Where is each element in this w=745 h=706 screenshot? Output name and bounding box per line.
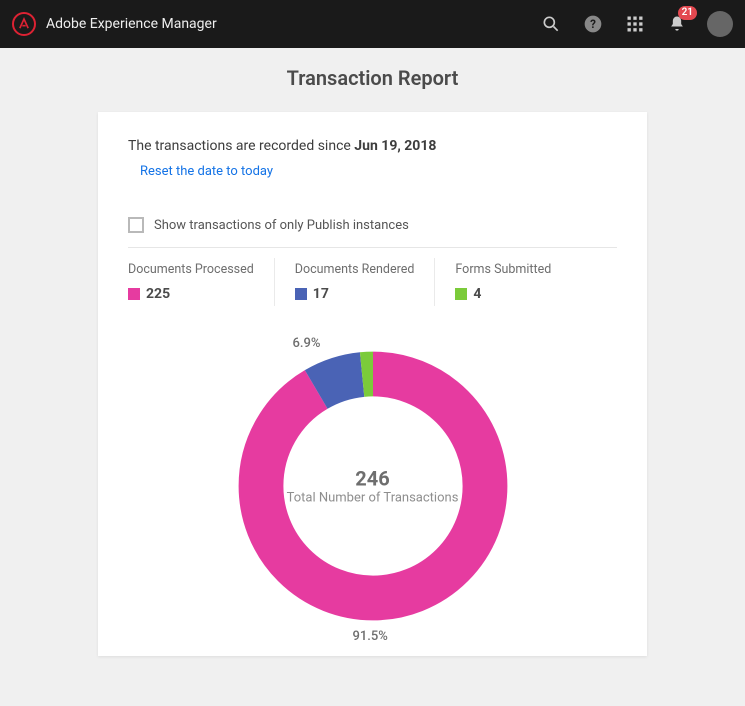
top-bar-left: Adobe Experience Manager <box>12 12 217 36</box>
recorded-prefix: The transactions are recorded since <box>128 138 354 154</box>
recorded-date: Jun 19, 2018 <box>354 138 436 154</box>
stat-label: Documents Rendered <box>295 262 415 278</box>
pct-label-big: 91.5% <box>353 629 388 644</box>
donut-chart: 246 Total Number of Transactions 6.9% 91… <box>233 346 513 626</box>
page-title: Transaction Report <box>0 48 745 112</box>
stat-label: Forms Submitted <box>455 262 551 278</box>
publish-only-label: Show transactions of only Publish instan… <box>154 218 409 233</box>
stats-row: Documents Processed 225 Documents Render… <box>128 247 617 306</box>
notification-badge: 21 <box>678 6 697 20</box>
swatch-icon <box>295 288 307 300</box>
stat-forms-submitted: Forms Submitted 4 <box>455 258 571 306</box>
recorded-since-text: The transactions are recorded since Jun … <box>128 138 617 154</box>
publish-only-checkbox[interactable] <box>128 217 144 233</box>
total-label: Total Number of Transactions <box>287 490 459 505</box>
swatch-icon <box>128 288 140 300</box>
search-icon[interactable] <box>539 12 563 36</box>
stat-documents-rendered: Documents Rendered 17 <box>295 258 436 306</box>
help-icon[interactable]: ? <box>581 12 605 36</box>
adobe-logo-icon <box>12 12 36 36</box>
top-bar: Adobe Experience Manager ? 21 <box>0 0 745 48</box>
report-card: The transactions are recorded since Jun … <box>98 112 647 656</box>
stat-value: 17 <box>313 286 329 302</box>
notifications-icon[interactable]: 21 <box>665 12 689 36</box>
stat-value: 225 <box>146 286 170 302</box>
total-number: 246 <box>287 466 459 490</box>
publish-only-checkbox-row: Show transactions of only Publish instan… <box>128 217 617 233</box>
stat-value: 4 <box>473 286 481 302</box>
reset-date-link[interactable]: Reset the date to today <box>140 164 273 179</box>
apps-grid-icon[interactable] <box>623 12 647 36</box>
stat-label: Documents Processed <box>128 262 254 278</box>
top-bar-right: ? 21 <box>539 11 733 37</box>
swatch-icon <box>455 288 467 300</box>
donut-center: 246 Total Number of Transactions <box>287 466 459 505</box>
svg-text:?: ? <box>590 17 596 31</box>
user-avatar[interactable] <box>707 11 733 37</box>
stat-documents-processed: Documents Processed 225 <box>128 258 275 306</box>
app-title: Adobe Experience Manager <box>46 16 217 32</box>
pct-label-mid: 6.9% <box>293 336 321 351</box>
